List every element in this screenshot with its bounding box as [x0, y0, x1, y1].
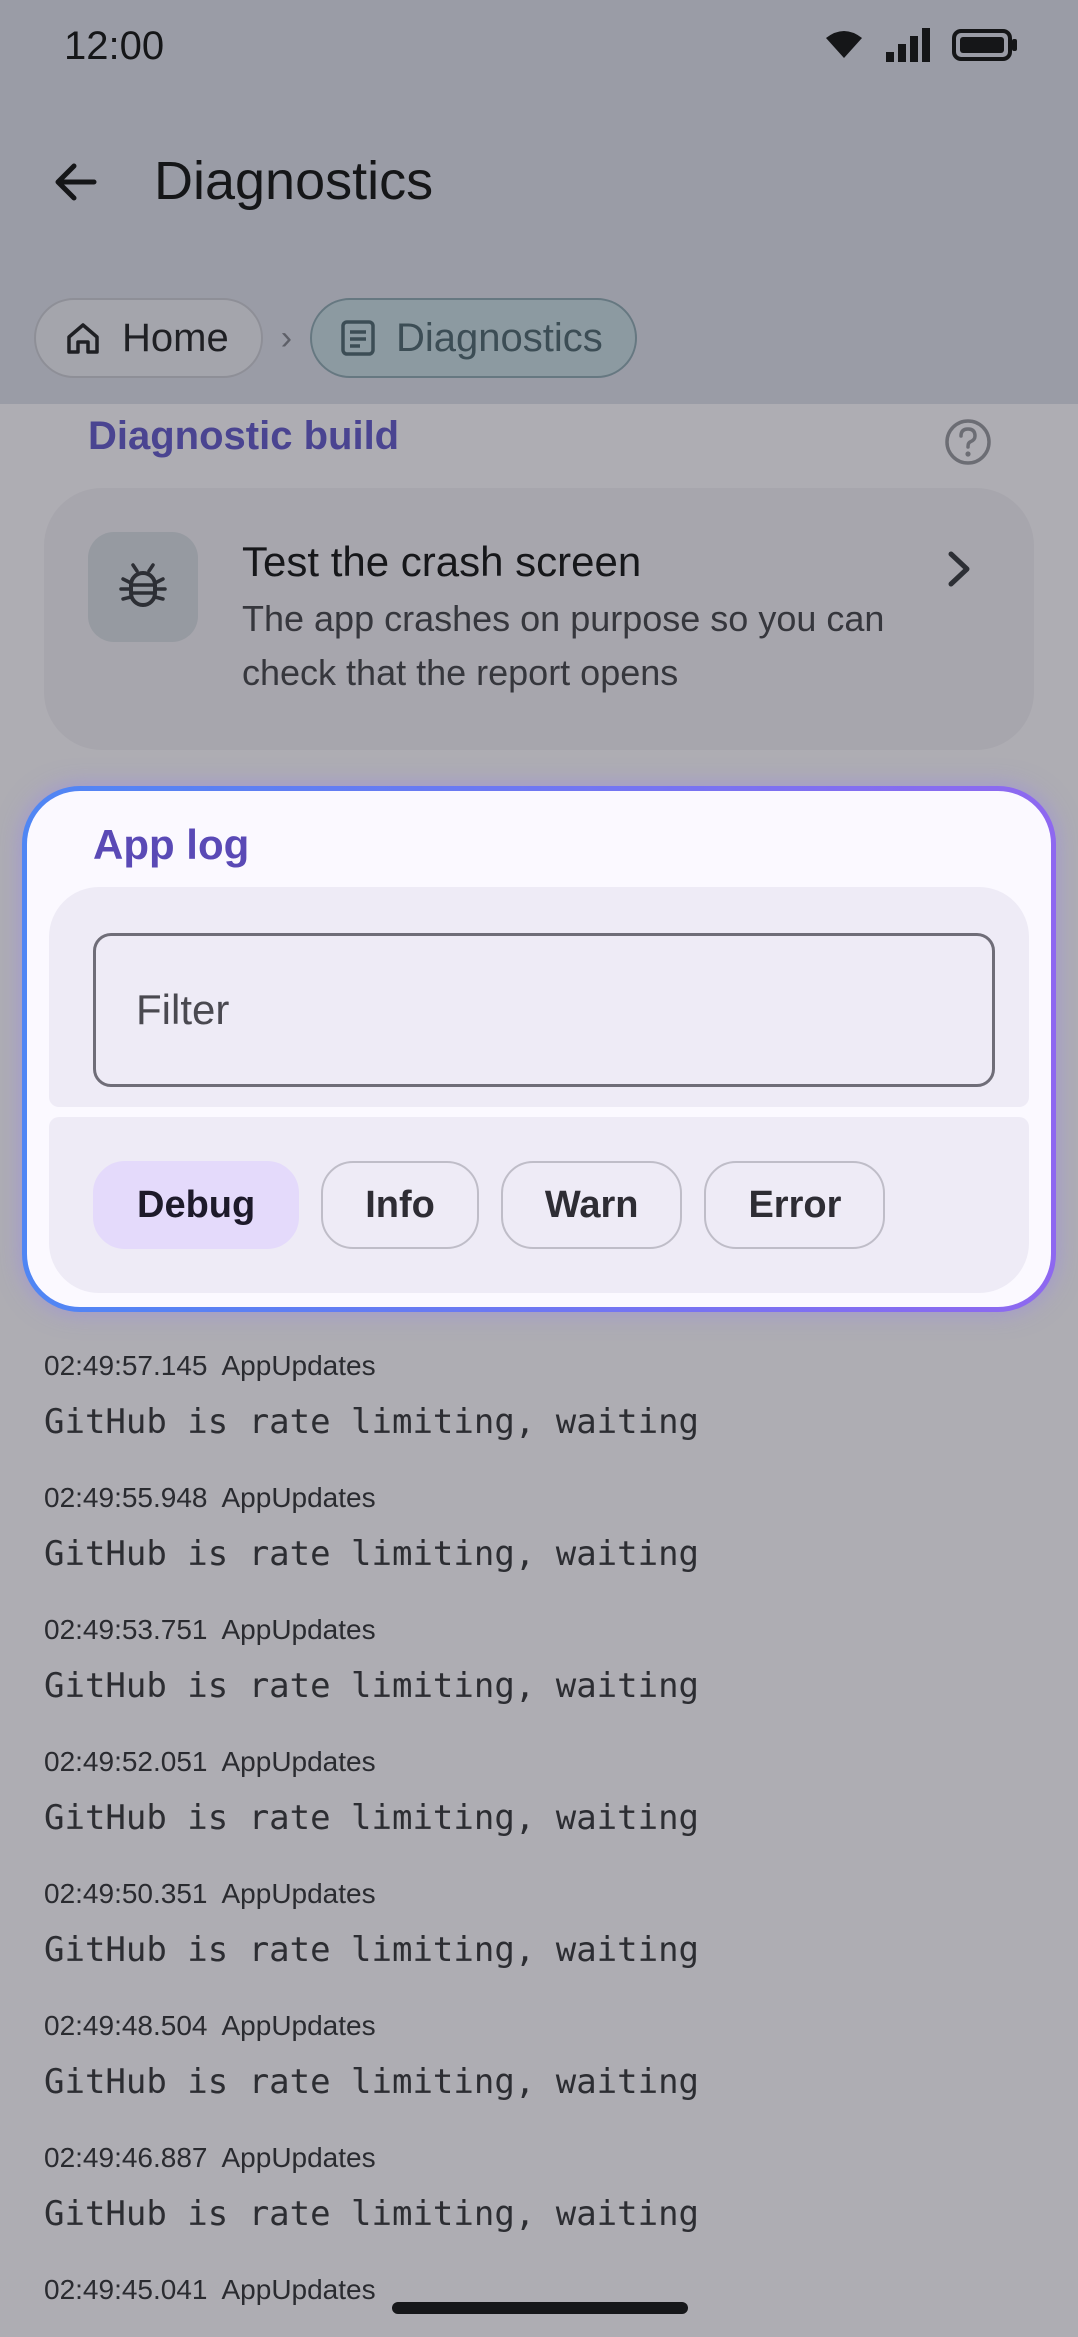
app-log-card: App log Debug Info Warn Error: [22, 786, 1056, 1312]
log-message: GitHub is rate limiting, waiting: [44, 2194, 700, 2234]
chevron-right-icon: [948, 551, 970, 587]
status-bar: 12:00: [0, 0, 1078, 96]
log-source: AppUpdates: [221, 1482, 376, 1513]
status-icons: [824, 28, 1018, 62]
log-message: GitHub is rate limiting, waiting: [44, 1930, 700, 1970]
log-message: GitHub is rate limiting, waiting: [44, 2062, 700, 2102]
log-time: 02:49:55.948: [44, 1482, 208, 1513]
bug-icon: [119, 563, 167, 607]
breadcrumb-home-label: Home: [122, 315, 229, 360]
arrow-back-icon: [55, 163, 97, 201]
filter-panel: [49, 887, 1029, 1107]
app-log-label: App log: [93, 821, 250, 868]
level-panel: Debug Info Warn Error: [49, 1117, 1029, 1293]
log-entry[interactable]: 02:49:48.504 AppUpdates GitHub is rate li…: [44, 2010, 1034, 2142]
breadcrumb-home[interactable]: Home: [34, 298, 263, 378]
log-meta: 02:49:52.051 AppUpdates: [44, 1746, 1034, 1778]
battery-icon: [952, 29, 1017, 61]
wifi-icon: [826, 31, 862, 58]
log-meta: 02:49:50.351 AppUpdates: [44, 1878, 1034, 1910]
log-meta: 02:49:46.887 AppUpdates: [44, 2142, 1034, 2174]
log-list: 02:49:57.145 AppUpdates GitHub is rate li…: [44, 1350, 1034, 2337]
log-source: AppUpdates: [221, 1746, 376, 1777]
log-meta: 02:49:57.145 AppUpdates: [44, 1350, 1034, 1382]
status-time: 12:00: [64, 24, 165, 68]
log-entry[interactable]: 02:49:50.351 AppUpdates GitHub is rate li…: [44, 1878, 1034, 2010]
log-meta: 02:49:53.751 AppUpdates: [44, 1614, 1034, 1646]
level-chips: Debug Info Warn Error: [93, 1161, 886, 1249]
breadcrumb: Home › Diagnostics: [34, 298, 637, 378]
document-icon: [341, 320, 375, 356]
log-message: GitHub is rate limiting, waiting: [44, 1402, 700, 1442]
level-chip-error[interactable]: Error: [704, 1161, 886, 1249]
back-button[interactable]: [44, 150, 108, 214]
log-entry[interactable]: 02:49:53.751 AppUpdates GitHub is rate li…: [44, 1614, 1034, 1746]
log-entry[interactable]: 02:49:55.948 AppUpdates GitHub is rate li…: [44, 1482, 1034, 1614]
crash-card-title: Test the crash screen: [242, 538, 642, 585]
log-message: GitHub is rate limiting, waiting: [44, 1666, 700, 1706]
log-time: 02:49:45.041: [44, 2274, 208, 2305]
level-chip-info[interactable]: Info: [321, 1161, 479, 1249]
log-time: 02:49:50.351: [44, 1878, 208, 1909]
log-source: AppUpdates: [221, 1878, 376, 1909]
level-chip-warn[interactable]: Warn: [500, 1161, 683, 1249]
home-icon: [67, 323, 99, 354]
top-bar: 12:00 Diagnostics Home › Diagnostics: [0, 0, 1078, 404]
breadcrumb-current[interactable]: Diagnostics: [310, 298, 637, 378]
log-entry[interactable]: 02:49:57.145 AppUpdates GitHub is rate li…: [44, 1350, 1034, 1482]
log-meta: 02:49:48.504 AppUpdates: [44, 2010, 1034, 2042]
log-entry[interactable]: 02:49:46.887 AppUpdates GitHub is rate li…: [44, 2142, 1034, 2274]
log-message: GitHub is rate limiting, waiting: [44, 1534, 700, 1574]
log-time: 02:49:57.145: [44, 1350, 208, 1381]
log-meta: 02:49:55.948 AppUpdates: [44, 1482, 1034, 1514]
home-indicator[interactable]: [392, 2302, 688, 2314]
help-circle-icon[interactable]: [944, 418, 992, 466]
log-source: AppUpdates: [221, 1614, 376, 1645]
breadcrumb-current-label: Diagnostics: [396, 315, 603, 360]
filter-input[interactable]: [93, 933, 995, 1087]
signal-icon: [886, 28, 930, 62]
log-source: AppUpdates: [221, 2274, 376, 2305]
log-source: AppUpdates: [221, 1350, 376, 1381]
crash-test-card[interactable]: Test the crash screen The app crashes on…: [44, 488, 1034, 750]
log-message: GitHub is rate limiting, waiting: [44, 1798, 700, 1838]
log-time: 02:49:48.504: [44, 2010, 208, 2041]
log-source: AppUpdates: [221, 2142, 376, 2173]
log-time: 02:49:46.887: [44, 2142, 208, 2173]
log-time: 02:49:52.051: [44, 1746, 208, 1777]
log-entry[interactable]: 02:49:52.051 AppUpdates GitHub is rate li…: [44, 1746, 1034, 1878]
crash-card-description: The app crashes on purpose so you can ch…: [242, 598, 885, 693]
bug-tile: [88, 532, 198, 642]
page-title: Diagnostics: [154, 151, 434, 211]
level-chip-debug[interactable]: Debug: [93, 1161, 300, 1249]
log-source: AppUpdates: [221, 2010, 376, 2041]
log-time: 02:49:53.751: [44, 1614, 208, 1645]
diagnostic-section-label: Diagnostic build: [88, 414, 400, 458]
breadcrumb-separator: ›: [280, 318, 293, 357]
